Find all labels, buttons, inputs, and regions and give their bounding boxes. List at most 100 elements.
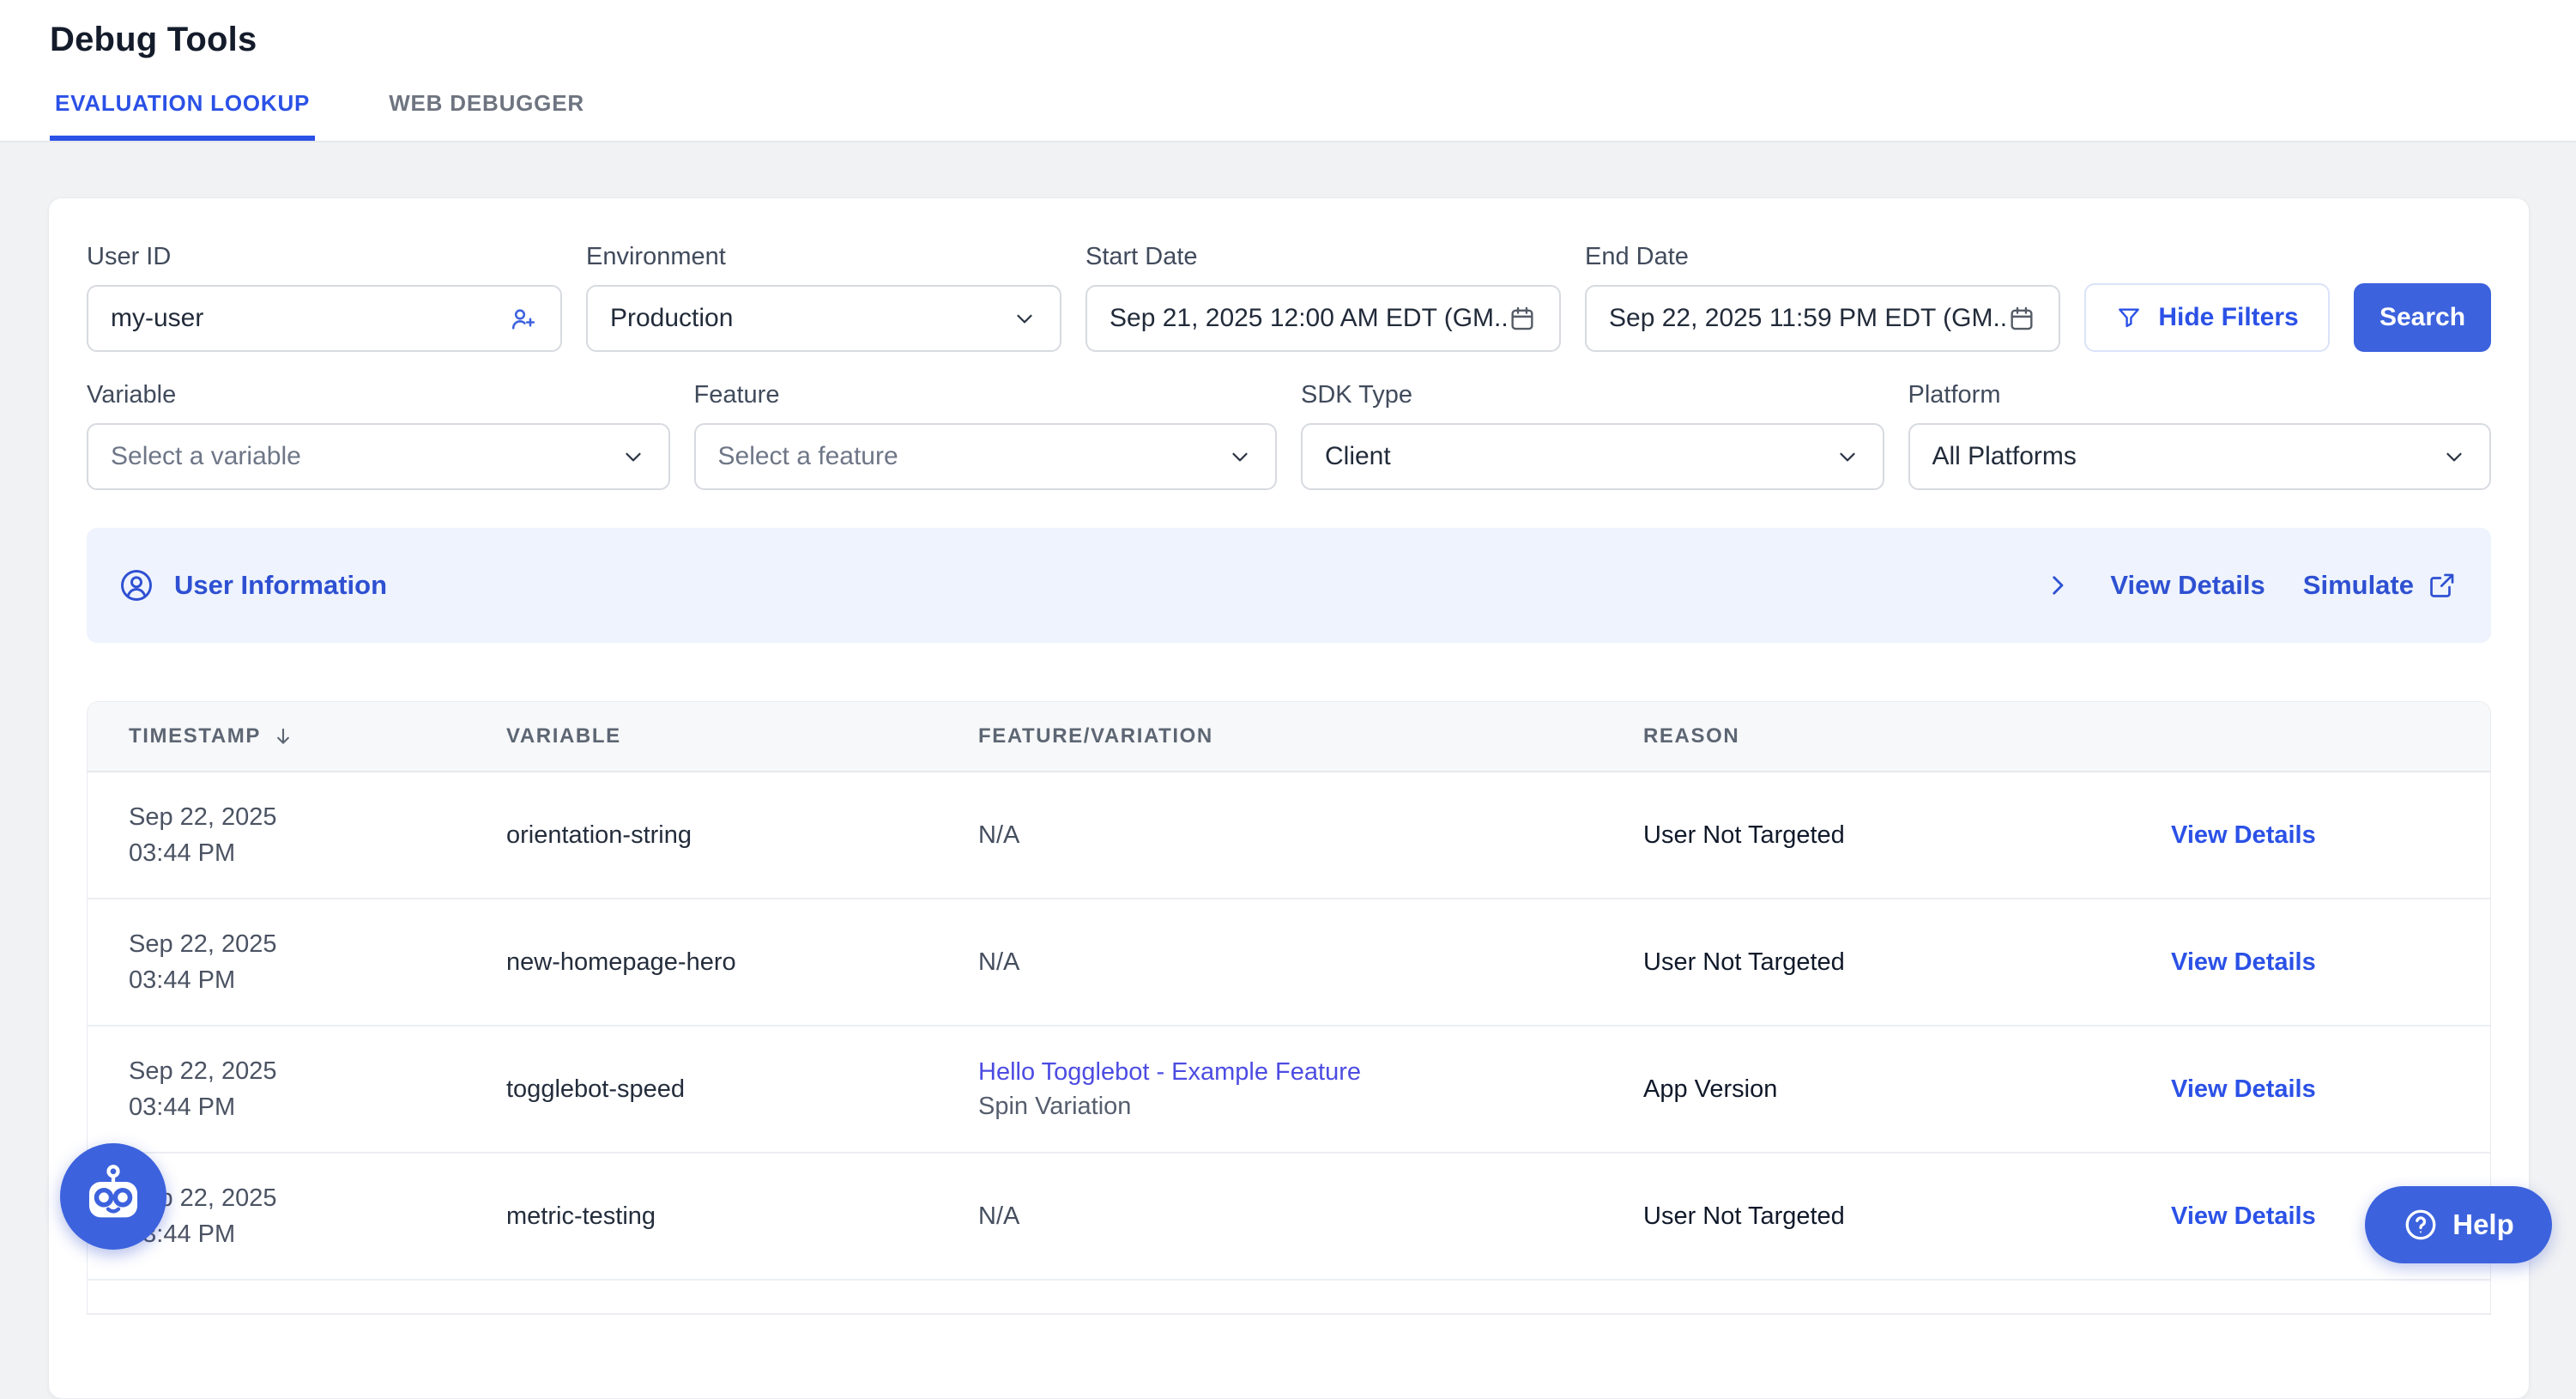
row-time: 03:44 PM [129,1089,277,1125]
feature-label: Feature [694,381,1278,409]
chevron-down-icon [1012,306,1037,331]
chevron-down-icon [620,444,646,469]
chevron-down-icon [1835,444,1860,469]
variable-cell: new-homepage-hero [465,899,937,1025]
help-label: Help [2452,1208,2514,1241]
user-id-input-box[interactable] [87,285,562,352]
user-view-details-label: View Details [2110,570,2265,601]
evaluations-table: TIMESTAMP VARIABLE FEATURE/VARIATION REA… [87,701,2491,1315]
column-header-feature-variation[interactable]: FEATURE/VARIATION [937,702,1602,771]
row-time: 03:44 PM [129,835,277,871]
hide-filters-button[interactable]: Hide Filters [2084,283,2330,352]
chevron-right-icon[interactable] [2043,571,2072,600]
end-date-picker[interactable]: Sep 22, 2025 11:59 PM EDT (GM... [1585,285,2060,352]
start-date-label: Start Date [1085,243,1561,271]
robot-icon [80,1163,147,1230]
column-header-timestamp[interactable]: TIMESTAMP [88,702,465,771]
sdk-type-label: SDK Type [1301,381,1884,409]
variable-label: Variable [87,381,670,409]
user-circle-icon [118,566,155,604]
column-header-feature-variation-label: FEATURE/VARIATION [978,724,1213,748]
end-date-label: End Date [1585,243,2060,271]
column-header-timestamp-label: TIMESTAMP [129,724,261,748]
chevron-down-icon [2441,444,2467,469]
feature-variation-cell: N/A [937,772,1602,898]
row-date: Sep 22, 2025 [129,799,277,835]
variable-cell: metric-testing [465,1154,937,1279]
platform-select[interactable]: All Platforms [1908,423,2492,490]
variable-cell: togglebot-speed [465,1027,937,1152]
environment-field-group: Environment Production [586,243,1061,352]
environment-label: Environment [586,243,1061,271]
row-view-details-link[interactable]: View Details [2171,821,2316,850]
table-row [88,1281,2490,1315]
sort-descending-icon[interactable] [271,724,295,748]
filter-row-secondary: Variable Select a variable Feature Selec… [87,381,2491,490]
feature-variation-cell: N/A [937,1154,1602,1279]
sdk-type-select[interactable]: Client [1301,423,1884,490]
calendar-icon [2007,304,2036,333]
start-date-value: Sep 21, 2025 12:00 AM EDT (GM... [1110,304,1508,333]
reason-cell: User Not Targeted [1602,1154,2130,1279]
row-date: Sep 22, 2025 [129,1053,277,1089]
table-row: Sep 22, 202503:44 PM togglebot-speed Hel… [88,1027,2490,1154]
help-button[interactable]: Help [2365,1186,2552,1263]
column-header-variable[interactable]: VARIABLE [465,702,937,771]
tab-evaluation-lookup[interactable]: EVALUATION LOOKUP [50,90,315,141]
table-row: Sep 22, 202503:44 PM new-homepage-hero N… [88,899,2490,1027]
timestamp-cell: Sep 22, 202503:44 PM [88,1027,465,1152]
feature-placeholder: Select a feature [718,442,1228,471]
reason-cell: App Version [1602,1027,2130,1152]
reason-cell: User Not Targeted [1602,772,2130,898]
timestamp-cell: Sep 22, 202503:44 PM [88,899,465,1025]
row-view-details-link[interactable]: View Details [2171,1202,2316,1231]
calendar-icon [1508,304,1537,333]
feature-select[interactable]: Select a feature [694,423,1278,490]
top-header: Debug Tools EVALUATION LOOKUP WEB DEBUGG… [0,0,2576,142]
sdk-type-field-group: SDK Type Client [1301,381,1884,490]
feature-variation-cell: Hello Togglebot - Example Feature Spin V… [937,1027,1602,1152]
end-date-field-group: End Date Sep 22, 2025 11:59 PM EDT (GM..… [1585,243,2060,352]
platform-value: All Platforms [1932,442,2442,471]
filter-row-primary: User ID Environment Production [87,243,2491,352]
column-header-variable-label: VARIABLE [506,724,621,748]
variable-placeholder: Select a variable [111,442,620,471]
environment-value: Production [610,304,1012,333]
search-button[interactable]: Search [2354,283,2491,352]
tab-web-debugger[interactable]: WEB DEBUGGER [384,90,590,141]
hide-filters-label: Hide Filters [2158,303,2298,332]
feature-field-group: Feature Select a feature [694,381,1278,490]
user-id-label: User ID [87,243,562,271]
table-header-row: TIMESTAMP VARIABLE FEATURE/VARIATION REA… [88,702,2490,772]
row-date: Sep 22, 2025 [129,926,277,962]
page-title: Debug Tools [50,21,257,59]
user-view-details-link[interactable]: View Details [2110,570,2265,601]
column-header-reason-label: REASON [1643,724,1739,748]
simulate-link[interactable]: Simulate [2303,570,2457,601]
variable-cell: orientation-string [465,772,937,898]
user-id-field-group: User ID [87,243,562,352]
table-row: Sep 22, 202503:44 PM orientation-string … [88,772,2490,899]
question-circle-icon [2403,1207,2439,1243]
column-header-reason[interactable]: REASON [1602,702,2130,771]
sdk-type-value: Client [1325,442,1835,471]
table-row: Sep 22, 202503:44 PM metric-testing N/A … [88,1154,2490,1281]
environment-select[interactable]: Production [586,285,1061,352]
feature-variation-label: Spin Variation [978,1089,1131,1123]
start-date-field-group: Start Date Sep 21, 2025 12:00 AM EDT (GM… [1085,243,1561,352]
platform-field-group: Platform All Platforms [1908,381,2492,490]
user-information-header[interactable]: User Information [118,566,387,604]
togglebot-assistant-button[interactable] [60,1143,166,1250]
row-view-details-link[interactable]: View Details [2171,1075,2316,1104]
row-view-details-link[interactable]: View Details [2171,948,2316,977]
reason-cell: User Not Targeted [1602,899,2130,1025]
start-date-picker[interactable]: Sep 21, 2025 12:00 AM EDT (GM... [1085,285,1561,352]
user-id-input[interactable] [111,304,507,333]
column-header-actions [2130,702,2490,771]
external-link-icon [2428,571,2457,600]
person-add-icon[interactable] [507,303,538,334]
feature-link[interactable]: Hello Togglebot - Example Feature [978,1055,1361,1089]
variable-select[interactable]: Select a variable [87,423,670,490]
simulate-label: Simulate [2303,570,2414,601]
search-label: Search [2379,303,2465,332]
